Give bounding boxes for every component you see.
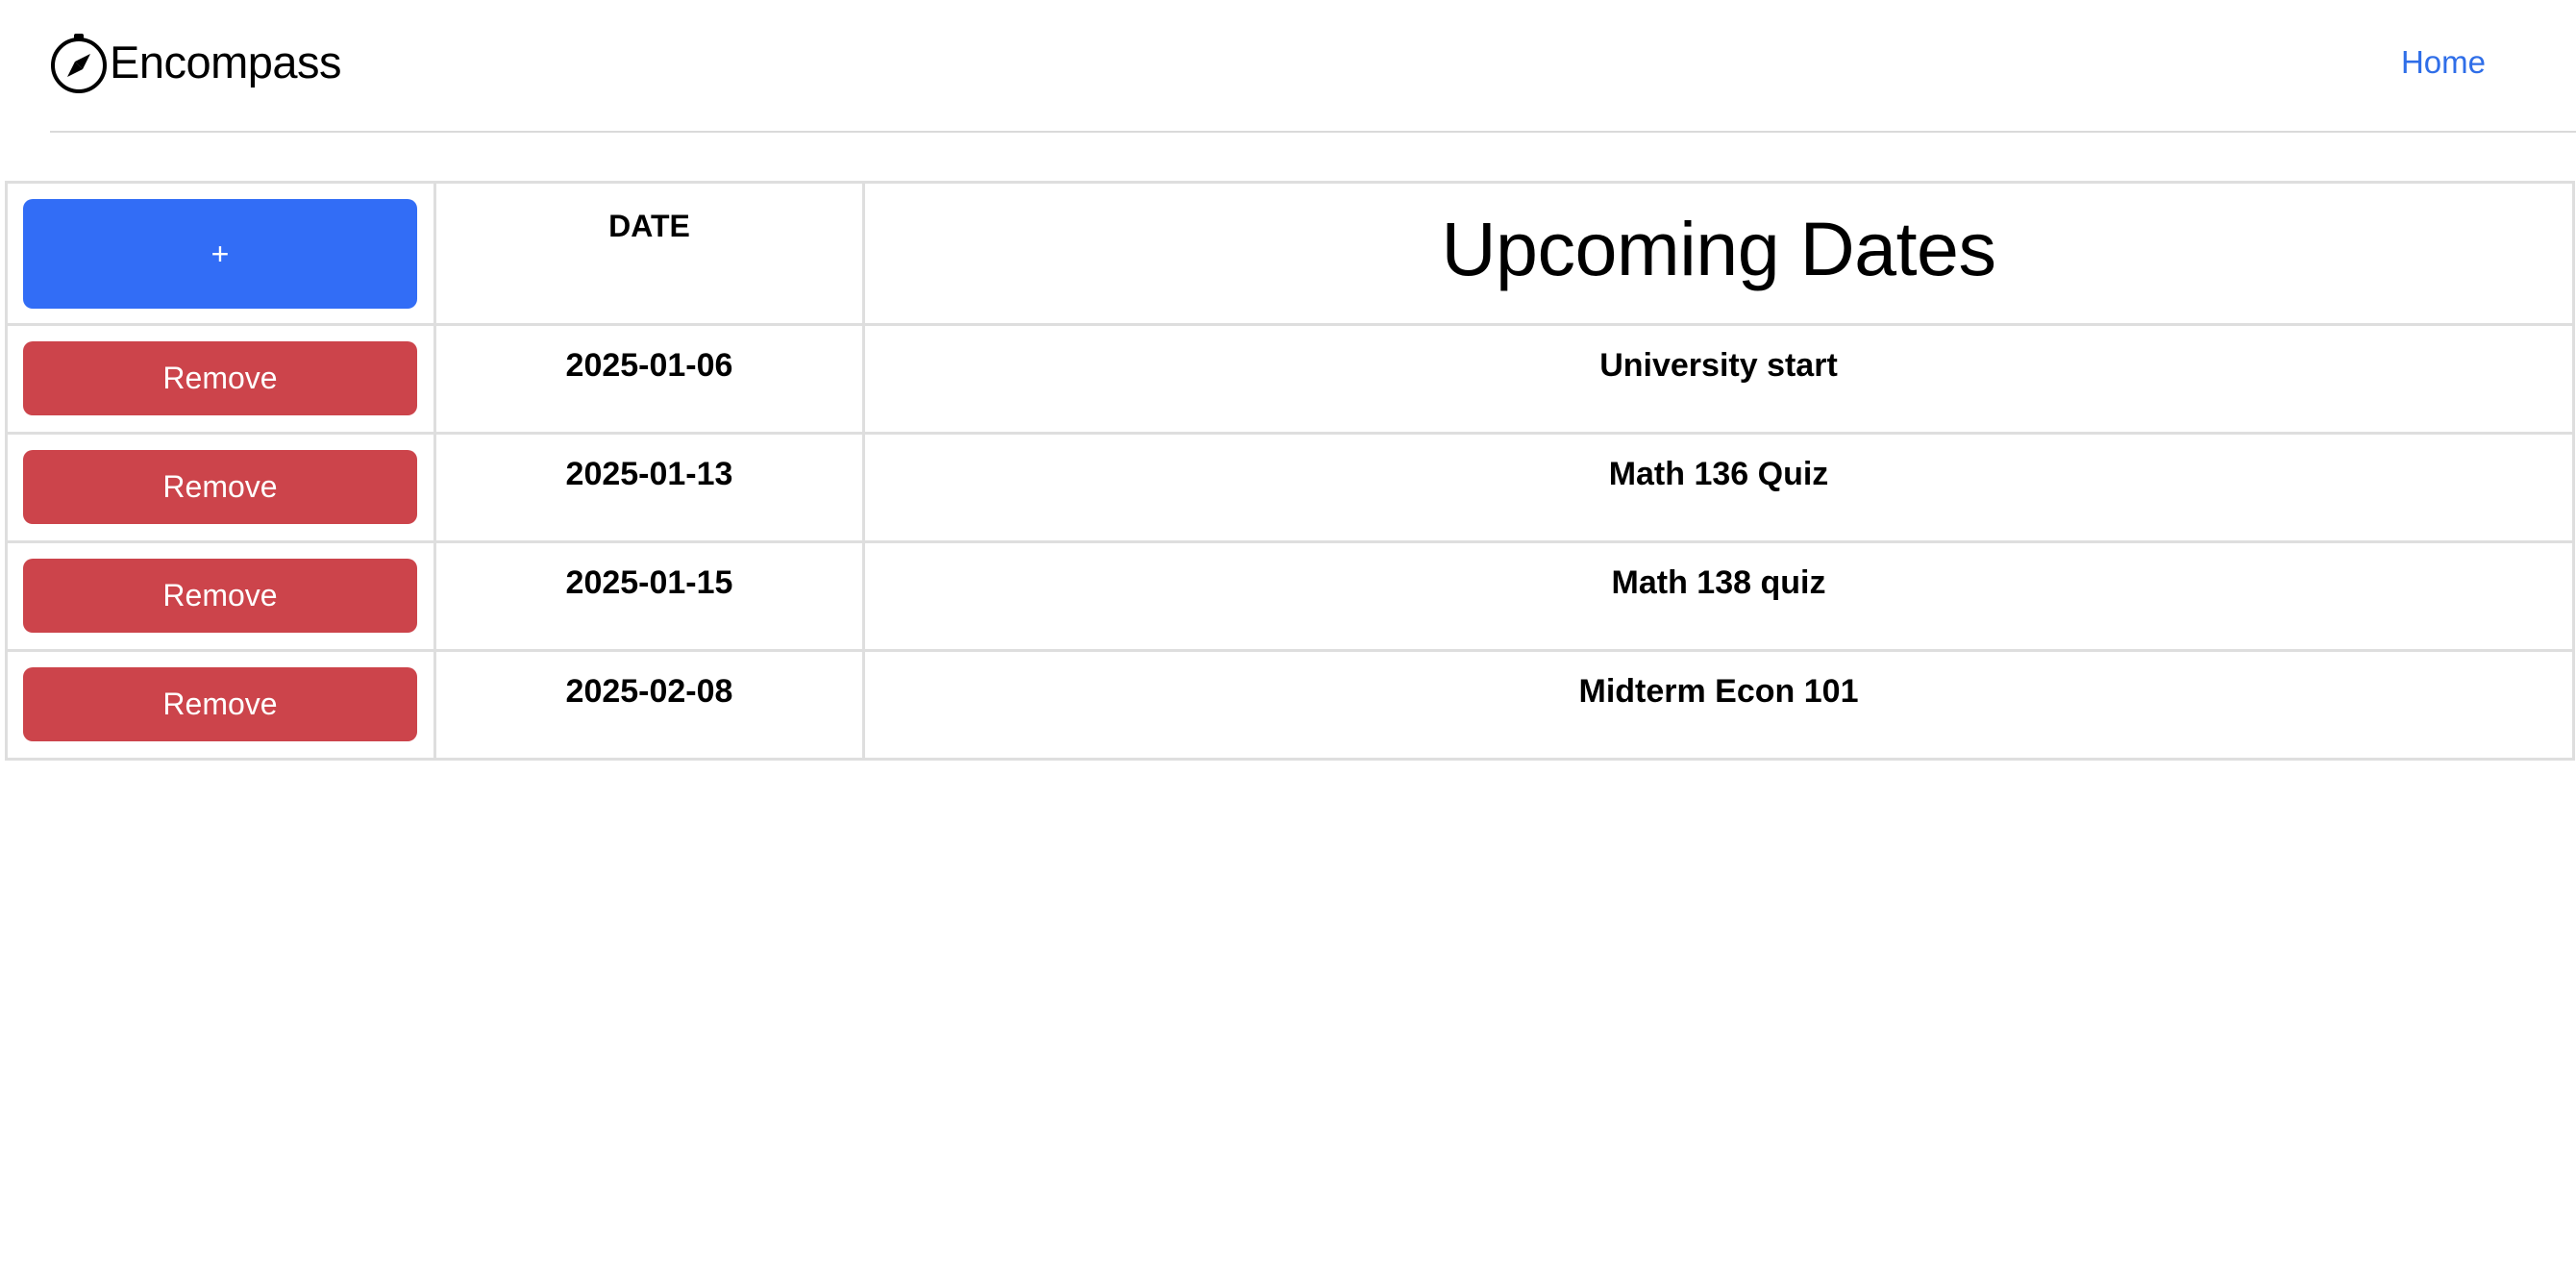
page-title: Upcoming Dates: [862, 181, 2575, 326]
actions-header-cell: +: [5, 181, 436, 326]
event-cell: University start: [862, 323, 2575, 435]
upcoming-dates-table: + DATE Upcoming Dates Remove 2025-01-06 …: [5, 181, 2575, 761]
nav-home-link[interactable]: Home: [2401, 42, 2486, 83]
date-column-header: DATE: [433, 181, 865, 326]
remove-button[interactable]: Remove: [23, 559, 417, 633]
table-row: Remove 2025-01-06 University start: [5, 323, 2575, 435]
remove-button[interactable]: Remove: [23, 450, 417, 524]
remove-button[interactable]: Remove: [23, 341, 417, 415]
date-cell: 2025-01-06: [433, 323, 865, 435]
table-row: Remove 2025-01-15 Math 138 quiz: [5, 540, 2575, 652]
row-actions-cell: Remove: [5, 323, 436, 435]
row-actions-cell: Remove: [5, 432, 436, 543]
event-cell: Math 136 Quiz: [862, 432, 2575, 543]
add-date-button[interactable]: +: [23, 199, 417, 309]
table-header-row: + DATE Upcoming Dates: [5, 181, 2575, 326]
remove-button[interactable]: Remove: [23, 667, 417, 741]
date-cell: 2025-02-08: [433, 649, 865, 761]
row-actions-cell: Remove: [5, 649, 436, 761]
date-cell: 2025-01-13: [433, 432, 865, 543]
event-cell: Math 138 quiz: [862, 540, 2575, 652]
table-row: Remove 2025-01-13 Math 136 Quiz: [5, 432, 2575, 543]
top-navbar: Encompass Home: [50, 0, 2576, 132]
event-cell: Midterm Econ 101: [862, 649, 2575, 761]
brand-name: Encompass: [110, 37, 342, 88]
table-row: Remove 2025-02-08 Midterm Econ 101: [5, 649, 2575, 761]
row-actions-cell: Remove: [5, 540, 436, 652]
brand-link[interactable]: Encompass: [50, 29, 342, 96]
compass-icon: [51, 34, 107, 93]
date-cell: 2025-01-15: [433, 540, 865, 652]
header-divider: [50, 131, 2576, 133]
